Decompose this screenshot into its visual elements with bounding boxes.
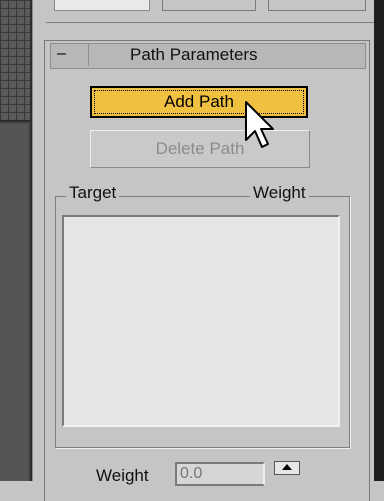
- panel-scrollbar[interactable]: [374, 0, 384, 481]
- top-tab-3[interactable]: [268, 0, 366, 11]
- spinner-up-button[interactable]: [274, 461, 300, 475]
- viewport-lower: [0, 124, 28, 481]
- weight-field[interactable]: 0.0: [175, 462, 265, 486]
- target-column-label: Target: [66, 183, 120, 203]
- collapse-icon[interactable]: –: [57, 45, 66, 63]
- viewport-area[interactable]: [0, 0, 32, 481]
- top-tab-1[interactable]: [54, 0, 150, 11]
- viewport-grid: [0, 0, 30, 122]
- rollout-title[interactable]: Path Parameters: [130, 45, 310, 65]
- spinner-up-icon: [282, 464, 292, 470]
- top-tab-2[interactable]: [162, 0, 256, 11]
- arrow-pointer-icon: [245, 101, 274, 148]
- weight-column-label: Weight: [250, 183, 309, 203]
- header-separator: [88, 44, 89, 66]
- weight-label: Weight: [96, 466, 149, 485]
- target-listbox[interactable]: [62, 215, 340, 427]
- top-divider: [46, 22, 374, 23]
